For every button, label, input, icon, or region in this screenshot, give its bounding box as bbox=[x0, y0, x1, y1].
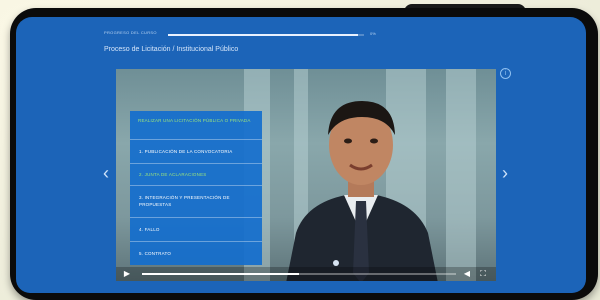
presenter-image bbox=[286, 101, 438, 281]
seek-bar[interactable] bbox=[142, 273, 456, 275]
lesson-menu: REALIZAR UNA LICITACIÓN PÚBLICA O PRIVAD… bbox=[130, 111, 262, 265]
progress-percent: 0% bbox=[370, 31, 376, 36]
lesson-menu-item[interactable]: 4. FALLO bbox=[130, 217, 262, 241]
volume-icon[interactable]: ◀ bbox=[462, 269, 472, 279]
lesson-menu-item[interactable]: 1. PUBLICACIÓN DE LA CONVOCATORIA bbox=[130, 139, 262, 163]
lesson-menu-header: REALIZAR UNA LICITACIÓN PÚBLICA O PRIVAD… bbox=[138, 118, 251, 123]
progress-bar bbox=[168, 34, 364, 36]
chevron-left-icon[interactable]: ‹ bbox=[100, 163, 112, 183]
course-title: Proceso de Licitación / Institucional Pú… bbox=[104, 46, 239, 53]
course-player-screen: PROGRESO DEL CURSO 0% Proceso de Licitac… bbox=[16, 17, 586, 293]
play-icon[interactable]: ▶ bbox=[122, 269, 132, 279]
seek-bar-fill bbox=[142, 273, 299, 275]
lesson-menu-item[interactable]: 5. CONTRATO bbox=[130, 241, 262, 265]
lesson-menu-item-active[interactable]: 2. JUNTA DE ACLARACIONES bbox=[130, 163, 262, 185]
video-controls: ▶ ◀ ⛶ bbox=[116, 267, 496, 281]
video-player[interactable]: REALIZAR UNA LICITACIÓN PÚBLICA O PRIVAD… bbox=[116, 69, 496, 281]
chevron-right-icon[interactable]: › bbox=[499, 163, 511, 183]
lesson-menu-item-label: 2. JUNTA DE ACLARACIONES bbox=[139, 172, 207, 177]
info-icon[interactable]: i bbox=[500, 68, 511, 79]
lesson-menu-item-label: 1. PUBLICACIÓN DE LA CONVOCATORIA bbox=[139, 149, 233, 154]
lesson-menu-item-label: 4. FALLO bbox=[139, 227, 160, 232]
progress-bar-fill bbox=[168, 34, 359, 36]
lesson-menu-item[interactable]: 3. INTEGRACIÓN Y PRESENTACIÓN DE PROPUES… bbox=[130, 185, 262, 217]
lesson-menu-item-label: 3. INTEGRACIÓN Y PRESENTACIÓN DE PROPUES… bbox=[139, 195, 230, 207]
progress-label: PROGRESO DEL CURSO bbox=[104, 30, 157, 35]
course-progress: PROGRESO DEL CURSO 0% bbox=[104, 30, 404, 40]
fullscreen-icon[interactable]: ⛶ bbox=[478, 269, 488, 279]
lesson-menu-item-label: 5. CONTRATO bbox=[139, 251, 172, 256]
